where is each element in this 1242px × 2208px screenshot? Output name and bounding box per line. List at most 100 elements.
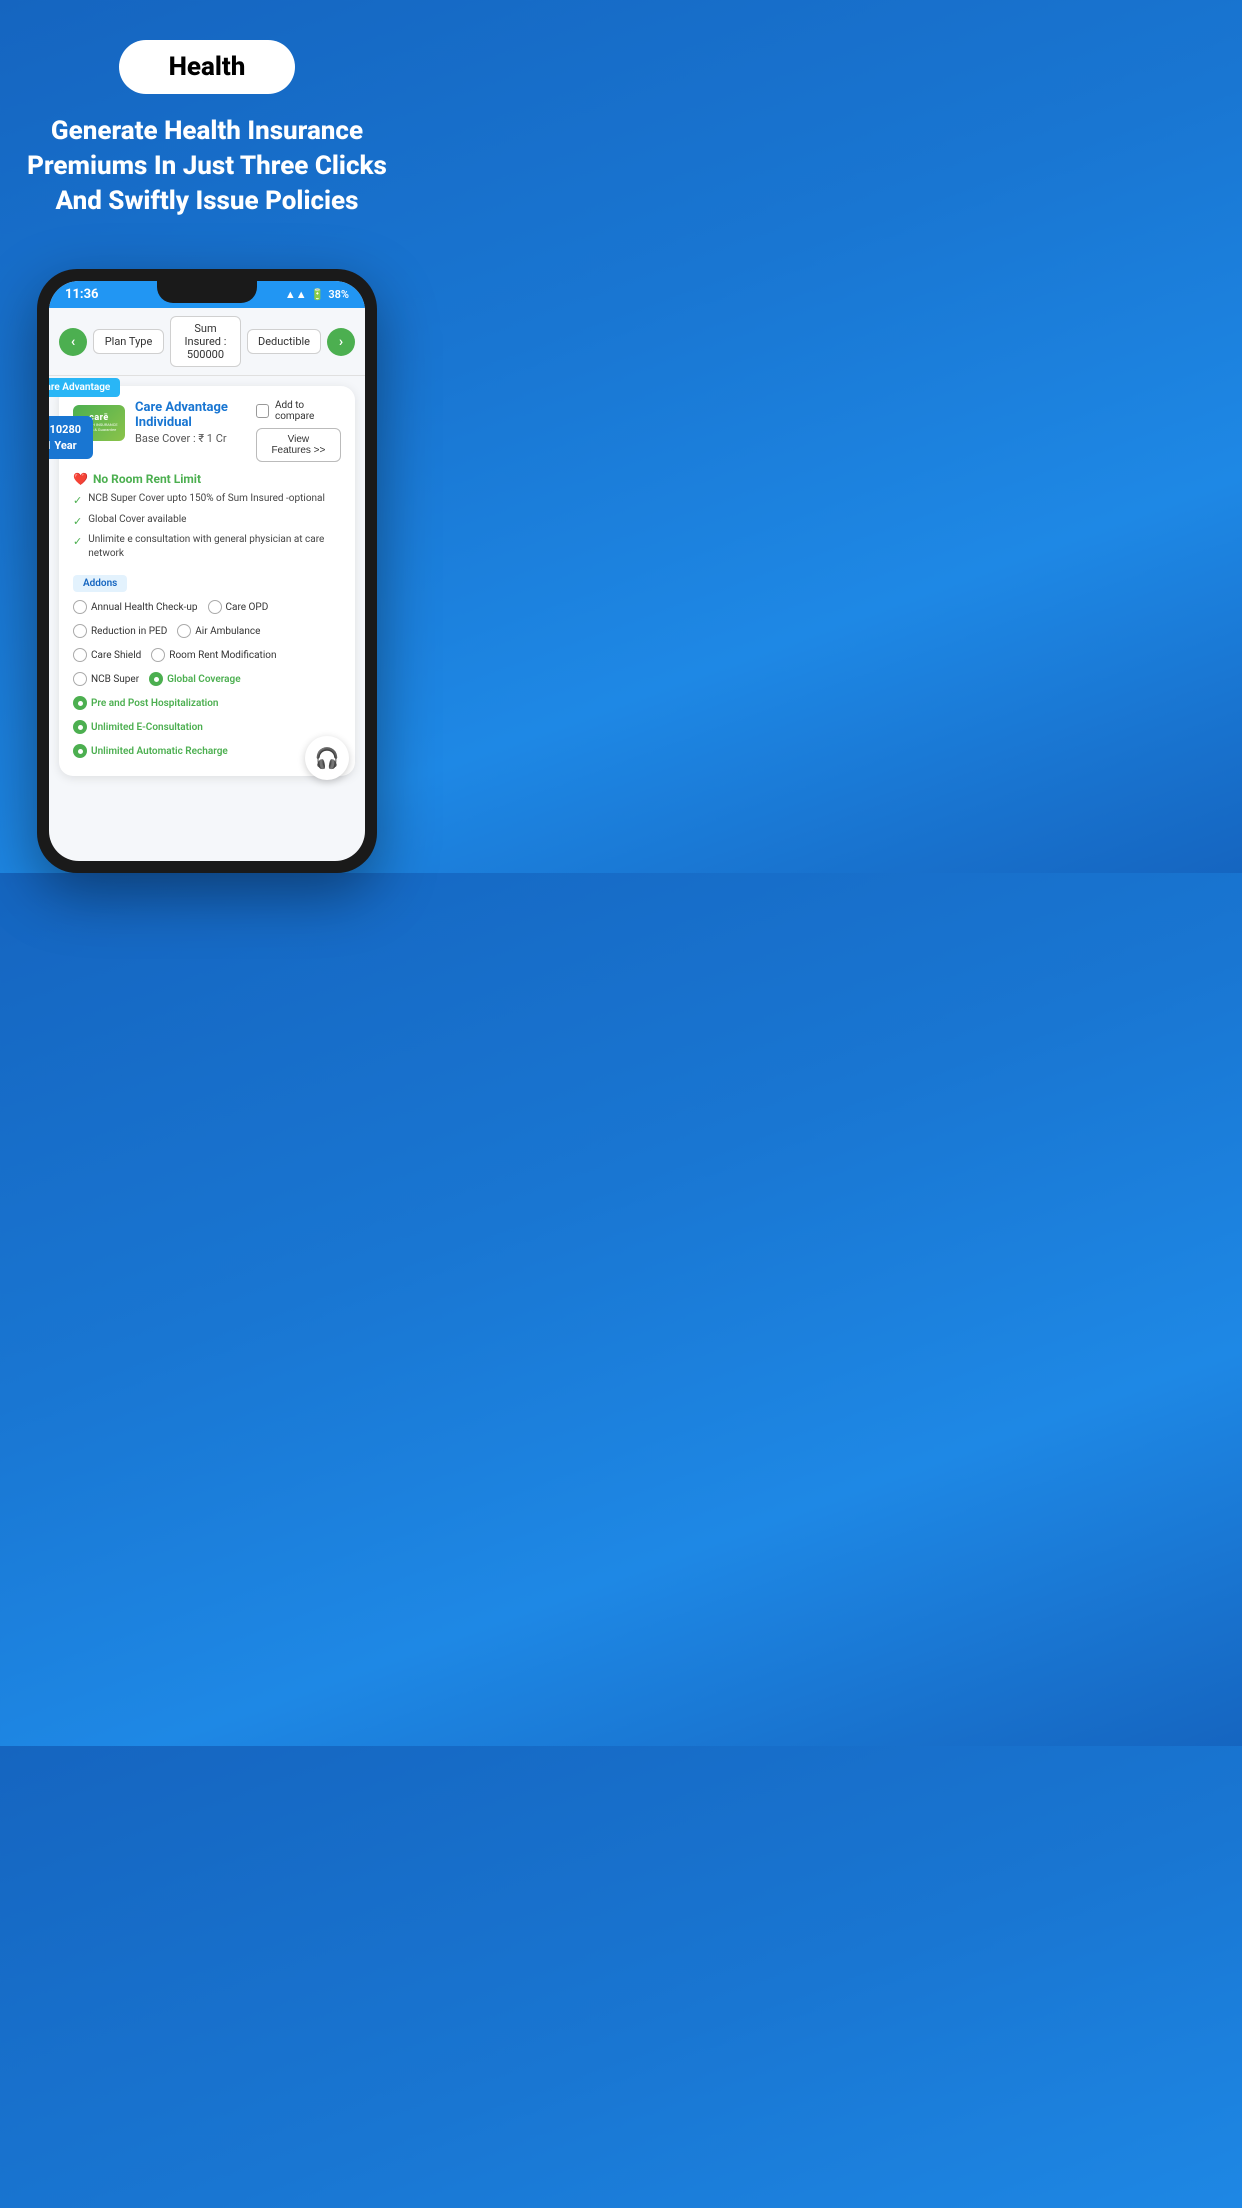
addon-radio-ncb[interactable] — [73, 672, 87, 686]
addon-text-econsult: Unlimited E-Consultation — [91, 722, 203, 733]
addon-row-2: Reduction in PED Air Ambulance — [73, 624, 341, 638]
addon-text-shield: Care Shield — [91, 650, 141, 661]
addon-radio-global-inner — [154, 677, 159, 682]
chevron-left-icon: ‹ — [71, 334, 75, 350]
deductible-pill[interactable]: Deductible — [247, 329, 321, 354]
heart-icon: ❤️ — [73, 472, 88, 486]
status-time: 11:36 — [65, 287, 99, 302]
addon-care-opd[interactable]: Care OPD — [208, 600, 269, 614]
addon-ambulance[interactable]: Air Ambulance — [177, 624, 260, 638]
addon-row-3: Care Shield Room Rent Modification — [73, 648, 341, 662]
check-icon-1: ✓ — [73, 493, 82, 508]
compare-row: Add to compare — [256, 400, 341, 422]
addon-radio-econsult-active[interactable] — [73, 720, 87, 734]
addons-section: Addons Annual Health Check-up — [73, 571, 341, 762]
addon-text-ncb: NCB Super — [91, 674, 139, 685]
feature-title: No Room Rent Limit — [93, 472, 201, 486]
addon-annual-check[interactable]: Annual Health Check-up — [73, 600, 198, 614]
price-duration: 1 Year — [49, 438, 81, 453]
compare-text: Add to compare — [275, 400, 341, 422]
addon-row-6: Unlimited E-Consultation — [73, 720, 341, 734]
phone-mockup: 11:36 ▲▲ 🔋 38% ‹ Plan Type Sum Insured :… — [37, 269, 377, 873]
price-amount: ₹ 10280 — [49, 422, 81, 437]
phone-screen: 11:36 ▲▲ 🔋 38% ‹ Plan Type Sum Insured :… — [49, 281, 365, 861]
addon-ped[interactable]: Reduction in PED — [73, 624, 167, 638]
addon-recharge[interactable]: Unlimited Automatic Recharge — [73, 744, 228, 758]
addon-global[interactable]: Global Coverage — [149, 672, 240, 686]
price-badge: ₹ 10280 1 Year — [49, 416, 93, 459]
insurance-card: carē HEALTH INSURANCEHealth & Guarantee … — [59, 386, 355, 776]
check-icon-3: ✓ — [73, 534, 82, 549]
filter-bar: ‹ Plan Type Sum Insured : 500000 Deducti… — [49, 308, 365, 376]
addon-shield[interactable]: Care Shield — [73, 648, 141, 662]
card-base-cover: Base Cover : ₹ 1 Cr — [135, 432, 256, 445]
addon-radio-opd[interactable] — [208, 600, 222, 614]
view-features-btn[interactable]: View Features >> — [256, 428, 341, 462]
headline: Generate Health Insurance Premiums In Ju… — [20, 114, 394, 219]
battery-icon: 🔋 — [311, 288, 325, 301]
addon-pre-post[interactable]: Pre and Post Hospitalization — [73, 696, 219, 710]
addon-radio-pre-post-inner — [78, 701, 83, 706]
addon-text-ped: Reduction in PED — [91, 626, 167, 637]
addon-text-room: Room Rent Modification — [169, 650, 276, 661]
addon-radio-pre-post-active[interactable] — [73, 696, 87, 710]
addon-text-annual: Annual Health Check-up — [91, 602, 198, 613]
feature-text-3: Unlimite e consultation with general phy… — [88, 533, 341, 561]
support-button[interactable]: 🎧 — [305, 736, 349, 780]
addon-row-5: Pre and Post Hospitalization — [73, 696, 341, 710]
plan-type-label: Plan Type — [105, 335, 153, 348]
status-icons: ▲▲ 🔋 38% — [285, 288, 349, 301]
cards-area: Care Advantage ₹ 10280 1 Year carē HEALT… — [49, 386, 365, 796]
feature-item-3: ✓ Unlimite e consultation with general p… — [73, 533, 341, 561]
addon-radio-room[interactable] — [151, 648, 165, 662]
addon-room-rent[interactable]: Room Rent Modification — [151, 648, 276, 662]
addons-label: Addons — [73, 575, 127, 592]
addons-grid: Annual Health Check-up Care OPD — [73, 600, 341, 762]
addon-text-pre-post: Pre and Post Hospitalization — [91, 698, 219, 709]
care-tooltip: Care Advantage — [49, 378, 120, 397]
feature-text-2: Global Cover available — [88, 513, 186, 527]
card-title-area: Care Advantage Individual Base Cover : ₹… — [135, 400, 256, 445]
addon-row-1: Annual Health Check-up Care OPD — [73, 600, 341, 614]
deductible-label: Deductible — [258, 335, 310, 348]
filter-right-btn[interactable]: › — [327, 328, 355, 356]
plan-type-pill[interactable]: Plan Type — [93, 329, 164, 354]
health-badge: Health — [119, 40, 296, 94]
addon-text-global: Global Coverage — [167, 674, 240, 685]
addon-radio-annual[interactable] — [73, 600, 87, 614]
card-actions: Add to compare View Features >> — [256, 400, 341, 462]
addon-econsult[interactable]: Unlimited E-Consultation — [73, 720, 203, 734]
addon-row-7: Unlimited Automatic Recharge — [73, 744, 341, 758]
phone-notch — [157, 281, 257, 303]
feature-item-2: ✓ Global Cover available — [73, 513, 341, 529]
card-plan-name: Care Advantage Individual — [135, 400, 256, 430]
addon-row-4: NCB Super Global Coverage — [73, 672, 341, 686]
header-section: Health Generate Health Insurance Premium… — [0, 0, 414, 269]
battery-percent: 38% — [328, 288, 349, 301]
addon-radio-ped[interactable] — [73, 624, 87, 638]
sum-insured-pill[interactable]: Sum Insured : 500000 — [170, 316, 241, 367]
addon-radio-recharge-active[interactable] — [73, 744, 87, 758]
headset-icon: 🎧 — [315, 746, 340, 770]
card-header: carē HEALTH INSURANCEHealth & Guarantee … — [73, 400, 341, 462]
feature-text-1: NCB Super Cover upto 150% of Sum Insured… — [88, 492, 325, 506]
addon-radio-shield[interactable] — [73, 648, 87, 662]
feature-item-1: ✓ NCB Super Cover upto 150% of Sum Insur… — [73, 492, 341, 508]
addon-radio-econsult-inner — [78, 725, 83, 730]
chevron-right-icon: › — [339, 334, 343, 350]
phone-container: 11:36 ▲▲ 🔋 38% ‹ Plan Type Sum Insured :… — [0, 269, 414, 873]
addon-ncb[interactable]: NCB Super — [73, 672, 139, 686]
addon-radio-global-active[interactable] — [149, 672, 163, 686]
signal-icon: ▲▲ — [285, 288, 307, 301]
filter-left-btn[interactable]: ‹ — [59, 328, 87, 356]
addon-radio-ambulance[interactable] — [177, 624, 191, 638]
sum-insured-label: Sum Insured : 500000 — [185, 322, 227, 361]
compare-checkbox[interactable] — [256, 404, 269, 418]
addon-text-recharge: Unlimited Automatic Recharge — [91, 746, 228, 757]
card-logo-area: carē HEALTH INSURANCEHealth & Guarantee … — [73, 400, 256, 445]
check-icon-2: ✓ — [73, 514, 82, 529]
addon-radio-recharge-inner — [78, 749, 83, 754]
feature-heart-row: ❤️ No Room Rent Limit — [73, 472, 341, 486]
addon-text-opd: Care OPD — [226, 602, 269, 613]
health-badge-text: Health — [169, 52, 246, 82]
